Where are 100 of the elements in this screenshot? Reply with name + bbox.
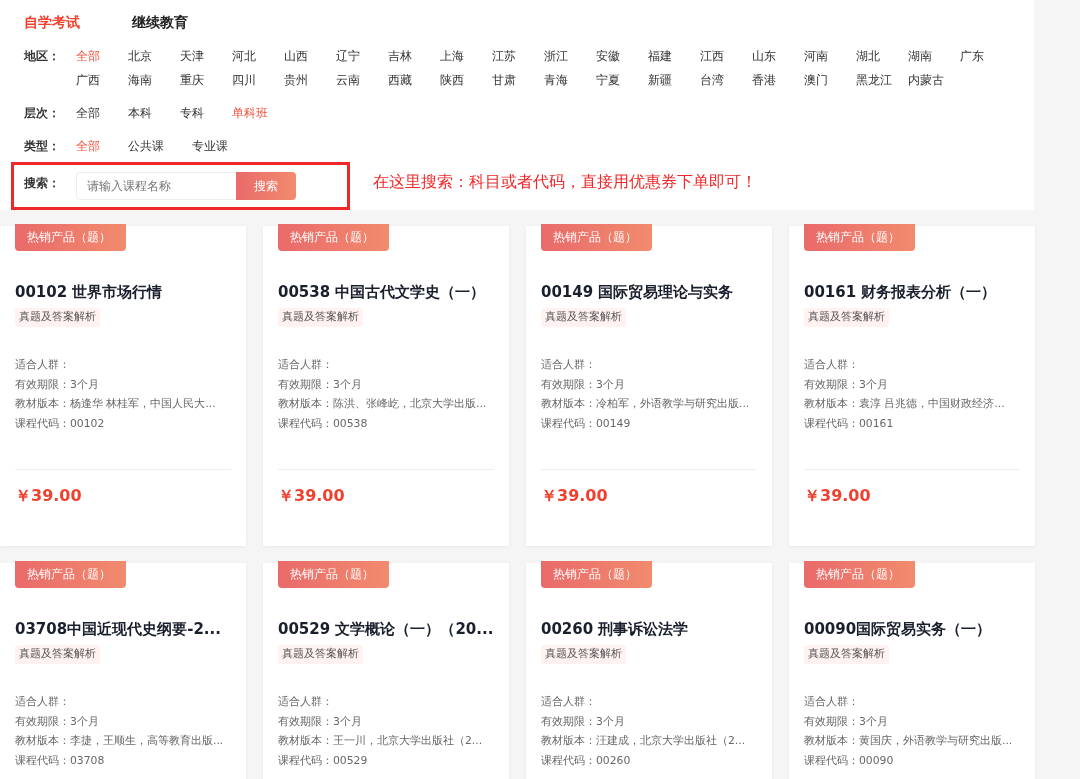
product-info: 教材版本：汪建成，北京大学出版社（2...	[541, 733, 747, 750]
filter-option[interactable]: 专业课	[192, 134, 256, 158]
filter-option[interactable]: 专科	[180, 101, 232, 125]
product-title: 00260 刑事诉讼法学	[541, 619, 690, 639]
filter-option[interactable]: 香港	[752, 68, 804, 92]
product-card[interactable]: 热销产品（题） 00538 中国古代文学史（一） 真题及答案解析 适合人群： 有效期限：3个月 教材版本：陈洪、张峰屹，北京大学出版... 课程代码：00538 ￥39.00	[263, 226, 509, 546]
filter-option[interactable]: 公共课	[128, 134, 192, 158]
category-tab[interactable]: 继续教育	[132, 12, 188, 32]
filter-option[interactable]: 福建	[648, 44, 700, 68]
filter-option[interactable]: 西藏	[388, 68, 440, 92]
product-info: 教材版本：杨逢华 林桂军，中国人民大...	[15, 396, 217, 413]
filter-option[interactable]: 安徽	[596, 44, 648, 68]
filter-option[interactable]: 广东	[960, 44, 1012, 68]
product-tag: 真题及答案解析	[804, 645, 889, 664]
product-title: 00149 国际贸易理论与实务	[541, 282, 735, 302]
filter-option[interactable]: 宁夏	[596, 68, 648, 92]
filter-option[interactable]: 河南	[804, 44, 856, 68]
product-price: ￥39.00	[278, 484, 346, 507]
hot-badge: 热销产品（题）	[804, 224, 915, 251]
filter-option[interactable]: 江苏	[492, 44, 544, 68]
product-tag: 真题及答案解析	[278, 645, 363, 664]
product-tag: 真题及答案解析	[541, 308, 626, 327]
product-info: 教材版本：黄国庆，外语教学与研究出版...	[804, 733, 1014, 750]
filter-option[interactable]: 青海	[544, 68, 596, 92]
product-info: 适合人群：	[804, 357, 860, 373]
filter-option[interactable]: 河北	[232, 44, 284, 68]
filter-option[interactable]: 湖北	[856, 44, 908, 68]
filter-option[interactable]: 本科	[128, 101, 180, 125]
filter-option[interactable]: 黑龙江	[856, 68, 908, 92]
hot-badge: 热销产品（题）	[541, 224, 652, 251]
product-card[interactable]: 热销产品（题） 00260 刑事诉讼法学 真题及答案解析 适合人群： 有效期限：3个月 教材版本：汪建成，北京大学出版社（2... 课程代码：00260	[526, 563, 772, 779]
filter-option[interactable]: 全部	[76, 44, 128, 68]
hot-badge: 热销产品（题）	[278, 561, 389, 588]
product-info: 课程代码：00538	[278, 416, 369, 433]
product-info: 有效期限：3个月	[804, 713, 889, 730]
product-info: 课程代码：00260	[541, 753, 632, 770]
product-info: 课程代码：00161	[804, 416, 895, 433]
product-info: 适合人群：	[278, 694, 334, 710]
product-info: 有效期限：3个月	[15, 713, 100, 730]
product-info: 教材版本：冷柏军，外语教学与研究出版...	[541, 396, 751, 413]
search-field[interactable]: 请输入课程名称	[76, 172, 236, 200]
product-info: 有效期限：3个月	[541, 376, 626, 393]
filter-option[interactable]: 江西	[700, 44, 752, 68]
filter-option[interactable]: 新疆	[648, 68, 700, 92]
product-title: 00090国际贸易实务（一）	[804, 619, 993, 639]
filter-option[interactable]: 辽宁	[336, 44, 388, 68]
annotation-text: 在这里搜索：科目或者代码，直接用优惠券下单即可！	[373, 171, 757, 193]
filter-option[interactable]: 贵州	[284, 68, 336, 92]
product-info: 有效期限：3个月	[278, 713, 363, 730]
product-tag: 真题及答案解析	[541, 645, 626, 664]
product-price: ￥39.00	[804, 484, 872, 507]
filter-option[interactable]: 上海	[440, 44, 492, 68]
hot-badge: 热销产品（题）	[15, 561, 126, 588]
filter-label: 地区：	[24, 48, 61, 65]
product-info: 教材版本：王一川，北京大学出版社（2...	[278, 733, 484, 750]
product-info: 课程代码：00529	[278, 753, 369, 770]
hot-badge: 热销产品（题）	[15, 224, 126, 251]
product-tag: 真题及答案解析	[804, 308, 889, 327]
filter-label: 层次：	[24, 105, 61, 122]
product-info: 课程代码：03708	[15, 753, 106, 770]
filter-option[interactable]: 浙江	[544, 44, 596, 68]
filter-option[interactable]: 重庆	[180, 68, 232, 92]
filter-option[interactable]: 云南	[336, 68, 388, 92]
product-title: 00538 中国古代文学史（一）	[278, 282, 487, 302]
product-card[interactable]: 热销产品（题） 03708中国近现代史纲要-2... 真题及答案解析 适合人群： 有效期限：3个月 教材版本：李捷，王顺生，高等教育出版... 课程代码：03708	[0, 563, 246, 779]
filter-option[interactable]: 湖南	[908, 44, 960, 68]
product-card[interactable]: 热销产品（题） 00090国际贸易实务（一） 真题及答案解析 适合人群： 有效期限：3个月 教材版本：黄国庆，外语教学与研究出版... 课程代码：00090	[789, 563, 1035, 779]
filter-option[interactable]: 吉林	[388, 44, 440, 68]
filter-option[interactable]: 陕西	[440, 68, 492, 92]
hot-badge: 热销产品（题）	[278, 224, 389, 251]
product-price: ￥39.00	[15, 484, 83, 507]
product-info: 适合人群：	[541, 694, 597, 710]
product-title: 00102 世界市场行情	[15, 282, 164, 302]
filter-option[interactable]: 澳门	[804, 68, 856, 92]
filter-option[interactable]: 山西	[284, 44, 336, 68]
product-card[interactable]: 热销产品（题） 00161 财务报表分析（一） 真题及答案解析 适合人群： 有效期限：3个月 教材版本：袁淳 吕兆德，中国财政经济... 课程代码：00161 ￥39.00	[789, 226, 1035, 546]
product-card[interactable]: 热销产品（题） 00529 文学概论（一）（20... 真题及答案解析 适合人群： 有效期限：3个月 教材版本：王一川，北京大学出版社（2... 课程代码：00529	[263, 563, 509, 779]
filter-label: 类型：	[24, 138, 61, 155]
product-info: 适合人群：	[15, 357, 71, 373]
filter-option[interactable]: 全部	[76, 134, 128, 158]
filter-option[interactable]: 广西	[76, 68, 128, 92]
filter-option[interactable]: 台湾	[700, 68, 752, 92]
product-info: 适合人群：	[278, 357, 334, 373]
filter-option[interactable]: 四川	[232, 68, 284, 92]
category-tab[interactable]: 自学考试	[24, 12, 80, 32]
filter-option[interactable]: 内蒙古	[908, 68, 960, 92]
filter-option[interactable]: 单科班	[232, 101, 296, 125]
filter-option[interactable]: 北京	[128, 44, 180, 68]
filter-option[interactable]: 海南	[128, 68, 180, 92]
product-card[interactable]: 热销产品（题） 00149 国际贸易理论与实务 真题及答案解析 适合人群： 有效期限：3个月 教材版本：冷柏军，外语教学与研究出版... 课程代码：00149 ￥39.00	[526, 226, 772, 546]
filter-option[interactable]: 全部	[76, 101, 128, 125]
product-title: 00161 财务报表分析（一）	[804, 282, 998, 302]
product-card[interactable]: 热销产品（题） 00102 世界市场行情 真题及答案解析 适合人群： 有效期限：3个月 教材版本：杨逢华 林桂军，中国人民大... 课程代码：00102 ￥39.00	[0, 226, 246, 546]
filter-option[interactable]: 山东	[752, 44, 804, 68]
product-info: 教材版本：袁淳 吕兆德，中国财政经济...	[804, 396, 1006, 413]
filter-option[interactable]: 天津	[180, 44, 232, 68]
filter-option[interactable]: 甘肃	[492, 68, 544, 92]
product-info: 适合人群：	[804, 694, 860, 710]
product-info: 教材版本：李捷，王顺生，高等教育出版...	[15, 733, 225, 750]
hot-badge: 热销产品（题）	[541, 561, 652, 588]
